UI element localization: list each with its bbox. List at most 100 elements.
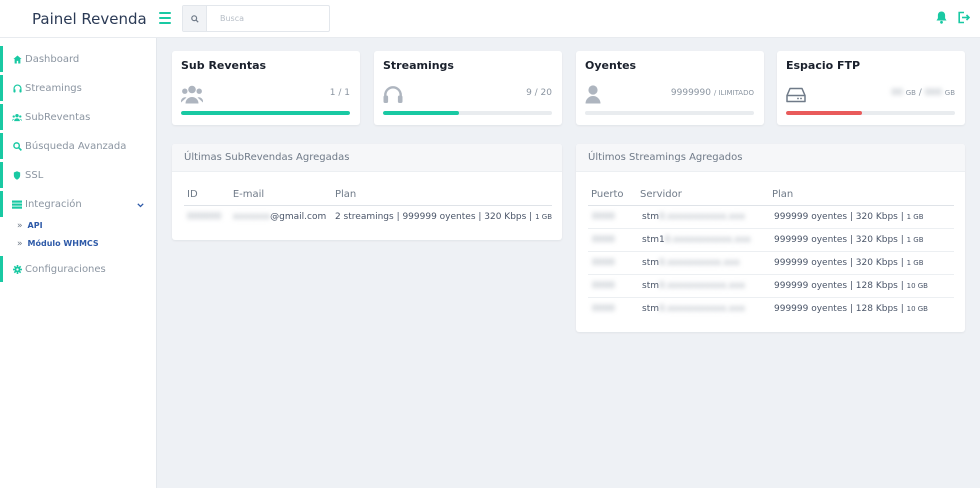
cell-servidor-prefix: stm bbox=[642, 257, 659, 268]
subreventas-table: ID E-mail Plan 000000 xxxxxxx@gmail.com … bbox=[184, 184, 552, 228]
cell-plan: 999999 oyentes | 320 Kbps | 1 GB bbox=[772, 251, 954, 275]
stat-card-oyentes: Oyentes 9999990 / ILIMITADO bbox=[576, 51, 764, 125]
logout-icon[interactable] bbox=[957, 11, 971, 27]
stat-value-suffix: / ILIMITADO bbox=[713, 89, 754, 97]
cell-servidor-prefix: stm1 bbox=[642, 234, 665, 245]
stat-title: Streamings bbox=[383, 59, 454, 72]
panel-ultimos-streamings: Últimos Streamings Agregados Puerto Serv… bbox=[576, 144, 965, 332]
hdd-icon bbox=[786, 87, 806, 106]
cell-servidor-rest: 0.xxxxxxxxxxx.xxx bbox=[659, 303, 746, 314]
cell-plan-value: 2 streamings | 999999 oyentes | 320 Kbps… bbox=[334, 211, 533, 222]
cell-servidor-rest: 0.xxxxxxxxxxx.xxx bbox=[659, 280, 746, 291]
double-chevron-right-icon: » bbox=[17, 220, 23, 231]
column-header-puerto: Puerto bbox=[588, 184, 640, 206]
sidebar-item-configuraciones[interactable]: Configuraciones bbox=[0, 256, 156, 282]
search-icon[interactable] bbox=[183, 6, 207, 31]
cell-email-user: xxxxxxx bbox=[232, 211, 271, 222]
sidebar-item-label: Configuraciones bbox=[25, 263, 106, 275]
cell-servidor-prefix: stm bbox=[642, 211, 659, 222]
stat-title: Sub Reventas bbox=[181, 59, 267, 72]
bell-icon[interactable] bbox=[936, 11, 947, 27]
sidebar-item-busqueda-avanzada[interactable]: Búsqueda Avanzada bbox=[0, 133, 156, 159]
cell-plan-value: 999999 oyentes | 320 Kbps | bbox=[774, 211, 904, 222]
cell-plan-suffix: 10 GB bbox=[906, 281, 928, 290]
cell-servidor: stm0.xxxxxxxxxxx.xxx bbox=[640, 274, 772, 298]
progress-fill bbox=[383, 111, 460, 115]
search-input[interactable] bbox=[207, 6, 329, 31]
chevron-down-icon[interactable] bbox=[137, 200, 144, 211]
progress-bar bbox=[181, 111, 350, 115]
cell-servidor: stm0.xxxxxxxxxxx.xxx bbox=[640, 205, 772, 229]
cell-id: 000000 bbox=[184, 205, 233, 228]
stat-card-espacio-ftp: Espacio FTP 00 GB / 000 GB bbox=[777, 51, 965, 125]
cell-plan: 2 streamings | 999999 oyentes | 320 Kbps… bbox=[335, 205, 552, 228]
cell-plan-suffix: 1 GB bbox=[906, 212, 924, 221]
cell-plan: 999999 oyentes | 320 Kbps | 1 GB bbox=[772, 228, 954, 252]
top-bar: Painel Revenda bbox=[0, 0, 980, 38]
stat-card-streamings: Streamings 9 / 20 bbox=[374, 51, 562, 125]
cell-servidor: stm0.xxxxxxxxxxx.xxx bbox=[640, 297, 772, 320]
table-row[interactable]: 0000 stm0.xxxxxxxxxxx.xxx 999999 oyentes… bbox=[588, 274, 954, 298]
cell-puerto: 0000 bbox=[588, 251, 640, 275]
users-icon bbox=[12, 112, 22, 122]
progress-bar bbox=[786, 111, 955, 115]
cell-plan-value: 999999 oyentes | 320 Kbps | bbox=[774, 257, 904, 268]
sidebar-item-dashboard[interactable]: Dashboard bbox=[0, 46, 156, 72]
menu-toggle-icon[interactable] bbox=[159, 12, 171, 24]
users-icon bbox=[180, 85, 204, 107]
table-row[interactable]: 0000 stm10.xxxxxxxxxxx.xxx 999999 oyente… bbox=[588, 228, 954, 252]
stat-card-subreventas: Sub Reventas 1 / 1 bbox=[172, 51, 360, 125]
cell-puerto-value: 0000 bbox=[592, 303, 615, 314]
ftp-total-unit: GB bbox=[944, 89, 955, 97]
sidebar-item-label: SSL bbox=[25, 169, 44, 181]
sidebar-item-ssl[interactable]: SSL bbox=[0, 162, 156, 188]
progress-fill bbox=[786, 111, 863, 115]
sidebar-item-streamings[interactable]: Streamings bbox=[0, 75, 156, 101]
cell-servidor-rest: 0.xxxxxxxxxxx.xxx bbox=[659, 211, 746, 222]
gear-icon bbox=[12, 264, 22, 274]
cell-servidor: stm10.xxxxxxxxxxx.xxx bbox=[640, 228, 772, 252]
sidebar-item-label: Dashboard bbox=[25, 53, 80, 65]
search-icon bbox=[12, 141, 22, 151]
cell-puerto: 0000 bbox=[588, 297, 640, 320]
cell-plan-suffix: 1 GB bbox=[906, 235, 924, 244]
stat-value: 9 / 20 bbox=[526, 88, 552, 98]
table-row[interactable]: 0000 stm0.xxxxxxxxxxx.xxx 999999 oyentes… bbox=[588, 297, 954, 320]
panel-title: Últimos Streamings Agregados bbox=[576, 144, 965, 172]
stat-value-number: 9999990 bbox=[670, 88, 711, 98]
submenu-item-api[interactable]: » API bbox=[0, 218, 156, 233]
stat-value: 1 / 1 bbox=[329, 88, 350, 98]
table-row[interactable]: 0000 stm0.xxxxxxxxxx.xxx 999999 oyentes … bbox=[588, 251, 954, 275]
cell-plan: 999999 oyentes | 128 Kbps | 10 GB bbox=[772, 274, 954, 298]
submenu-item-modulo-whmcs[interactable]: » Módulo WHMCS bbox=[0, 236, 156, 251]
brand-title[interactable]: Painel Revenda bbox=[32, 10, 147, 28]
ftp-used: 00 bbox=[891, 88, 903, 98]
column-header-servidor: Servidor bbox=[640, 184, 772, 206]
streamings-table: Puerto Servidor Plan 0000 stm0.xxxxxxxxx… bbox=[588, 184, 954, 320]
panel-title: Últimas SubRevendas Agregadas bbox=[172, 144, 562, 172]
sidebar-item-integracion[interactable]: Integración bbox=[0, 191, 156, 217]
table-row[interactable]: 0000 stm0.xxxxxxxxxxx.xxx 999999 oyentes… bbox=[588, 205, 954, 229]
panel-ultimas-subrevendas: Últimas SubRevendas Agregadas ID E-mail … bbox=[172, 144, 562, 240]
ftp-total: 000 bbox=[924, 88, 942, 98]
cell-servidor-rest: 0.xxxxxxxxxx.xxx bbox=[659, 257, 740, 268]
sidebar-item-subreventas[interactable]: SubReventas bbox=[0, 104, 156, 130]
shield-icon bbox=[12, 170, 22, 180]
stat-title: Espacio FTP bbox=[786, 59, 861, 72]
sidebar-item-label: Búsqueda Avanzada bbox=[25, 140, 127, 152]
ftp-used-unit: GB bbox=[905, 89, 916, 97]
table-row[interactable]: 000000 xxxxxxx@gmail.com 2 streamings | … bbox=[184, 205, 552, 228]
progress-fill bbox=[181, 111, 350, 115]
sidebar-item-label: Streamings bbox=[25, 82, 82, 94]
cell-id-value: 000000 bbox=[187, 211, 222, 222]
cell-plan-value: 999999 oyentes | 128 Kbps | bbox=[774, 303, 904, 314]
cell-plan-value: 999999 oyentes | 320 Kbps | bbox=[774, 234, 904, 245]
column-header-plan: Plan bbox=[772, 184, 954, 206]
stat-value: 00 GB / 000 GB bbox=[891, 88, 955, 98]
cell-puerto-value: 0000 bbox=[592, 211, 615, 222]
search-box bbox=[182, 5, 330, 32]
sidebar: Dashboard Streamings SubReventas Búsqued… bbox=[0, 38, 157, 488]
home-icon bbox=[12, 54, 22, 64]
stat-title: Oyentes bbox=[585, 59, 637, 72]
server-icon bbox=[12, 199, 22, 209]
